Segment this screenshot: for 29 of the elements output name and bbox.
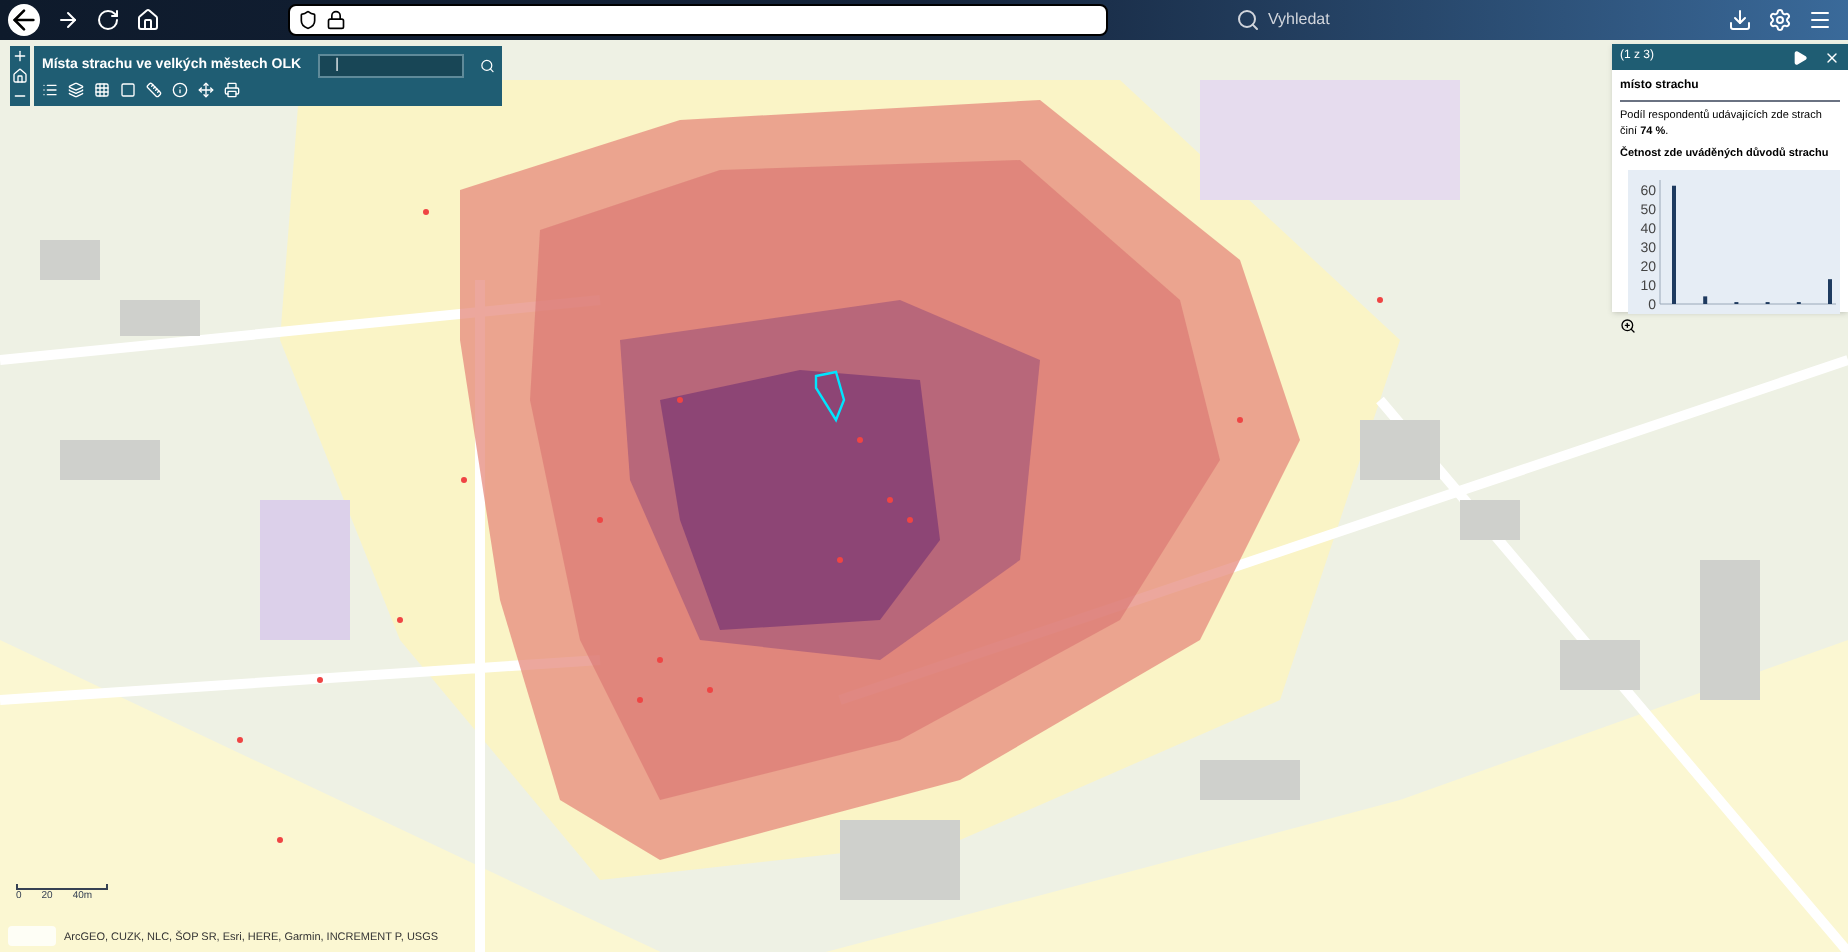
address-bar[interactable] (288, 4, 1108, 36)
scale-bar (16, 883, 108, 889)
toolbar-icon[interactable] (172, 82, 188, 98)
home-icon[interactable] (12, 68, 28, 84)
zoom-to-icon[interactable] (1620, 318, 1636, 335)
toolbar-icon[interactable] (120, 82, 136, 98)
zoom-in-icon[interactable] (12, 48, 28, 64)
search-icon (1236, 8, 1260, 32)
home-icon[interactable] (136, 8, 160, 32)
forward-icon[interactable] (56, 8, 80, 32)
toolbar-icon[interactable] (146, 82, 162, 98)
toolbar-icon[interactable] (198, 82, 214, 98)
search-placeholder[interactable]: Vyhledat (1268, 8, 1330, 32)
chart-bar (1703, 296, 1708, 305)
search-icon[interactable] (479, 56, 494, 76)
menu-icon[interactable] (1808, 8, 1832, 32)
close-icon[interactable] (1824, 49, 1840, 65)
toolbar-icon[interactable] (94, 82, 110, 98)
download-icon[interactable] (1728, 8, 1752, 32)
next-icon[interactable] (1792, 49, 1808, 65)
reload-icon[interactable] (96, 8, 120, 32)
settings-icon[interactable] (1768, 8, 1792, 32)
shield-icon (298, 10, 318, 30)
toolbar-icon[interactable] (224, 82, 240, 98)
toolbar-icon[interactable] (68, 82, 84, 98)
back-icon[interactable] (8, 4, 40, 36)
lock-icon (326, 10, 346, 30)
y-axis (1659, 180, 1661, 305)
toolbar-icon[interactable] (42, 82, 58, 98)
